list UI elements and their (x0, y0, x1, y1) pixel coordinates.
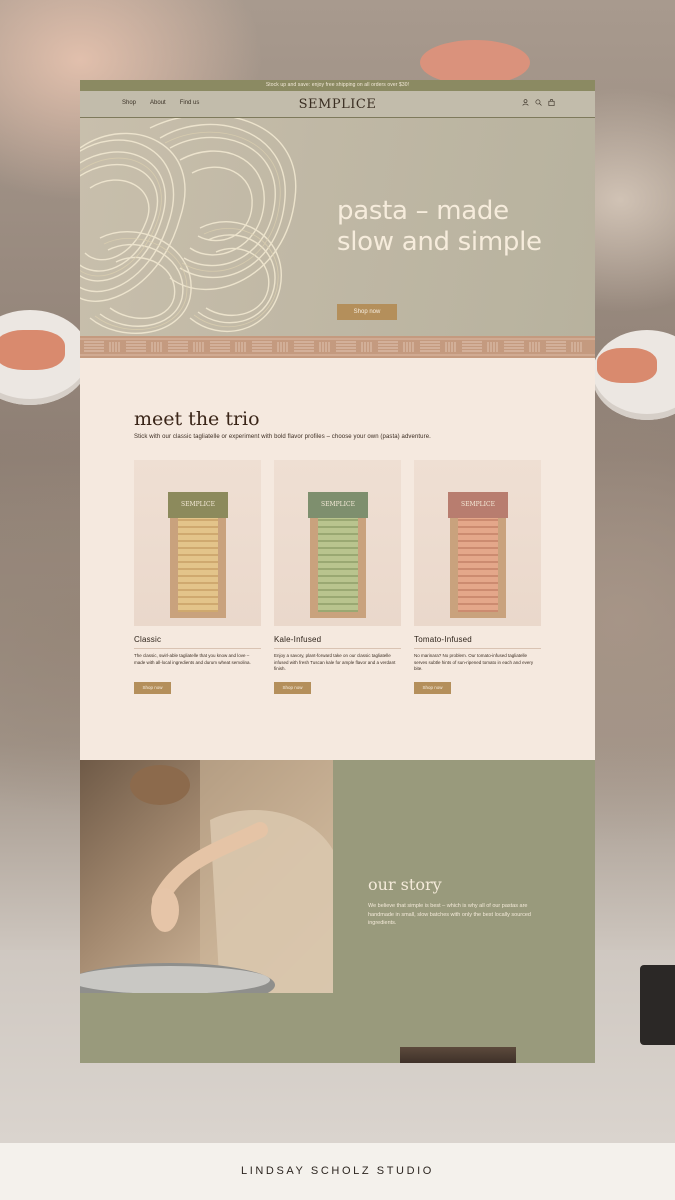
bag-label: SEMPLICE (168, 492, 228, 518)
story-text: We believe that simple is best – which i… (368, 903, 531, 926)
next-section-image-teaser (400, 1047, 516, 1063)
fresh-pasta-nests-image (80, 118, 320, 336)
product-name[interactable]: Kale-Infused (274, 635, 401, 649)
bag-label: SEMPLICE (448, 492, 508, 518)
product-card-classic[interactable]: SEMPLICE Classic The classic, swirl-able… (134, 460, 261, 694)
shop-now-button[interactable]: Shop now (134, 682, 171, 694)
product-card-tomato[interactable]: SEMPLICE Tomato-Infused No marinara? No … (414, 460, 541, 694)
product-image[interactable]: SEMPLICE (274, 460, 401, 626)
bag-icon[interactable] (548, 99, 555, 106)
hero-title: pasta – made slow and simple (337, 196, 542, 257)
pasta-bag: SEMPLICE (168, 492, 228, 618)
bag-logo-text: SEMPLICE (321, 501, 355, 508)
story-title: our story (368, 875, 442, 894)
decorative-pattern-band (80, 336, 595, 358)
search-icon[interactable] (535, 99, 542, 106)
shop-now-button[interactable]: Shop now (274, 682, 311, 694)
hero-shop-now-button[interactable]: Shop now (337, 304, 397, 320)
pasta-bag: SEMPLICE (308, 492, 368, 618)
product-description: The classic, swirl-able tagliatelle that… (134, 653, 251, 665)
appliance-image (640, 965, 675, 1045)
chef-salting-water-image (80, 760, 333, 993)
bag-logo-text: SEMPLICE (181, 501, 215, 508)
section-title: meet the trio (134, 408, 260, 430)
pasta-window (178, 514, 218, 612)
section-subtitle: Stick with our classic tagliatelle or ex… (134, 434, 431, 440)
product-image[interactable]: SEMPLICE (134, 460, 261, 626)
site-logo[interactable]: SEMPLICE (80, 97, 595, 112)
hero-section: pasta – made slow and simple Shop now (80, 118, 595, 336)
user-icon[interactable] (522, 99, 529, 106)
our-story-section: our story We believe that simple is best… (80, 760, 595, 1063)
pasta-plate-right-image (592, 330, 675, 420)
site-header: Shop About Find us SEMPLICE (80, 91, 595, 118)
product-card-kale[interactable]: SEMPLICE Kale-Infused Enjoy a savory, pl… (274, 460, 401, 694)
product-description: No marinara? No problem. Our tomato-infu… (414, 653, 534, 671)
product-image[interactable]: SEMPLICE (414, 460, 541, 626)
studio-credit: LINDSAY SCHOLZ STUDIO (241, 1165, 434, 1177)
product-name[interactable]: Classic (134, 635, 261, 649)
meet-the-trio-section: meet the trio Stick with our classic tag… (80, 358, 595, 760)
fork-pasta-image (420, 40, 530, 85)
website-mockup: Stock up and save: enjoy free shipping o… (80, 80, 595, 1063)
bag-label: SEMPLICE (308, 492, 368, 518)
footer: LINDSAY SCHOLZ STUDIO (0, 1143, 675, 1200)
pasta-bag: SEMPLICE (448, 492, 508, 618)
bag-logo-text: SEMPLICE (461, 501, 495, 508)
announcement-bar: Stock up and save: enjoy free shipping o… (80, 80, 595, 91)
product-name[interactable]: Tomato-Infused (414, 635, 541, 649)
pasta-plate-left-image (0, 310, 90, 405)
product-description: Enjoy a savory, plant-forward take on ou… (274, 653, 396, 671)
pasta-window (318, 514, 358, 612)
pasta-window (458, 514, 498, 612)
header-icons (522, 99, 555, 106)
shop-now-button[interactable]: Shop now (414, 682, 451, 694)
